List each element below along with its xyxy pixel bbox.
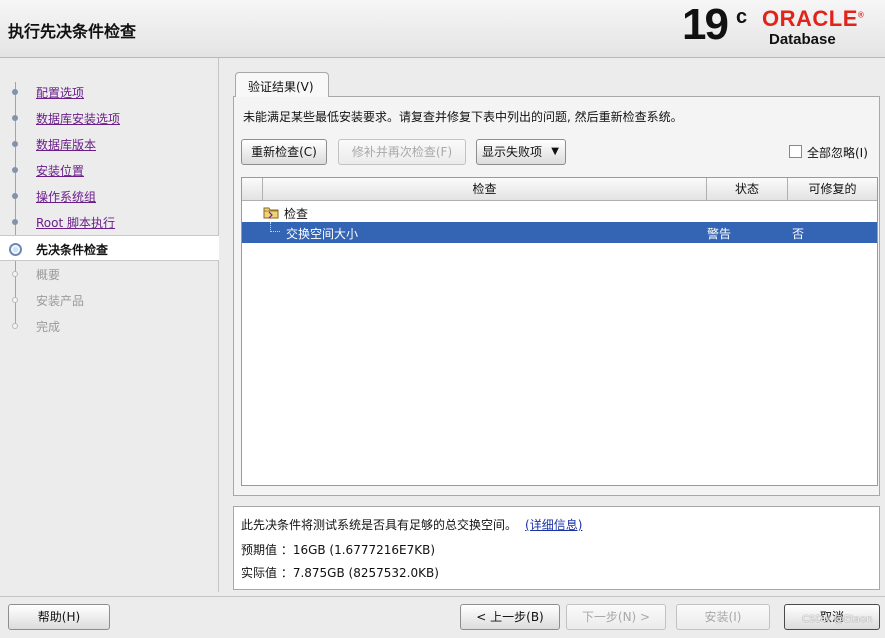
step-summary: 概要 <box>0 261 219 287</box>
folder-icon <box>263 206 279 219</box>
table-row[interactable]: 交换空间大小 警告 否 <box>242 222 877 243</box>
step-label: 安装产品 <box>36 294 85 308</box>
column-header-fixable[interactable]: 可修复的 <box>788 178 877 201</box>
step-label: 操作系统组 <box>36 190 97 204</box>
step-label: Root 脚本执行 <box>36 216 116 230</box>
step-done-icon <box>9 190 21 202</box>
step-label: 概要 <box>36 268 61 282</box>
show-failed-dropdown[interactable]: 显示失败项 ▼ <box>476 139 566 165</box>
step-label: 先决条件检查 <box>36 243 109 257</box>
footer-divider <box>0 596 885 597</box>
ignore-all-checkbox[interactable] <box>789 145 802 158</box>
step-install-location[interactable]: 安装位置 <box>0 157 219 183</box>
step-done-icon <box>9 164 21 176</box>
step-done-icon <box>9 138 21 150</box>
ignore-all-label: 全部忽略(I) <box>807 146 868 160</box>
logo-version: 19 <box>682 0 729 49</box>
step-db-edition[interactable]: 数据库版本 <box>0 131 219 157</box>
group-label: 检查 <box>284 207 309 221</box>
oracle-database-logo: 19 c ORACLE® Database <box>682 0 882 54</box>
details-description-text: 此先决条件将测试系统是否具有足够的总交换空间。 <box>241 518 518 532</box>
step-finish: 完成 <box>0 313 219 339</box>
watermark: CSDN @Etaon <box>802 614 873 625</box>
tree-connector <box>270 222 280 232</box>
step-prerequisite-checks[interactable]: 先决条件检查 <box>0 235 219 261</box>
recheck-button[interactable]: 重新检查(C) <box>241 139 327 165</box>
show-failed-label: 显示失败项 <box>482 145 543 159</box>
help-button[interactable]: 帮助(H) <box>8 604 110 630</box>
cell-check: 交换空间大小 <box>286 227 359 241</box>
step-current-icon <box>9 243 22 256</box>
step-label: 完成 <box>36 320 61 334</box>
back-button[interactable]: < 上一步(B) <box>460 604 560 630</box>
table-header-spacer <box>242 178 263 201</box>
check-group-row[interactable]: 检查 <box>242 203 877 222</box>
step-done-icon <box>9 86 21 98</box>
step-label: 安装位置 <box>36 164 85 178</box>
step-pending-icon <box>9 294 21 306</box>
step-done-icon <box>9 216 21 228</box>
wizard-steps-panel: 配置选项 数据库安装选项 数据库版本 安装位置 操作系统组 Root 脚本执行 … <box>0 58 219 592</box>
column-header-check[interactable]: 检查 <box>263 178 707 201</box>
column-header-status[interactable]: 状态 <box>707 178 788 201</box>
cell-status: 警告 <box>707 227 732 241</box>
step-label: 数据库版本 <box>36 138 97 152</box>
step-db-install-options[interactable]: 数据库安装选项 <box>0 105 219 131</box>
page-title: 执行先决条件检查 <box>8 22 137 41</box>
step-install-product: 安装产品 <box>0 287 219 313</box>
logo-brand: ORACLE® <box>762 6 865 31</box>
install-button[interactable]: 安装(I) <box>676 604 770 630</box>
next-button[interactable]: 下一步(N) > <box>566 604 666 630</box>
logo-version-suffix: c <box>736 6 748 28</box>
step-label: 配置选项 <box>36 86 85 100</box>
checks-table: 检查 状态 可修复的 检查 交换空间大小 警告 否 <box>241 177 878 486</box>
title-bar: 执行先决条件检查 19 c ORACLE® Database <box>0 0 885 58</box>
step-pending-icon <box>9 320 21 332</box>
fix-and-recheck-button[interactable]: 修补并再次检查(F) <box>338 139 466 165</box>
check-details-pane: 此先决条件将测试系统是否具有足够的总交换空间。 (详细信息) 预期值 ：16GB … <box>233 506 880 590</box>
step-os-groups[interactable]: 操作系统组 <box>0 183 219 209</box>
details-description: 此先决条件将测试系统是否具有足够的总交换空间。 (详细信息) <box>241 516 582 533</box>
caret-down-icon: ▼ <box>551 146 559 157</box>
step-label: 数据库安装选项 <box>36 112 121 126</box>
logo-product: Database <box>769 31 836 48</box>
cell-fixable: 否 <box>792 227 805 241</box>
actual-value: 实际值 ：7.875GB (8257532.0KB) <box>241 566 439 580</box>
step-pending-icon <box>9 268 21 280</box>
step-config-options[interactable]: 配置选项 <box>0 79 219 105</box>
step-done-icon <box>9 112 21 124</box>
more-details-link[interactable]: (详细信息) <box>525 518 582 532</box>
expected-value: 预期值 ：16GB (1.6777216E7KB) <box>241 543 436 557</box>
step-root-script[interactable]: Root 脚本执行 <box>0 209 219 235</box>
requirements-message: 未能满足某些最低安装要求。请复查并修复下表中列出的问题, 然后重新检查系统。 <box>243 110 683 124</box>
tab-verification-results[interactable]: 验证结果(V) <box>235 72 329 97</box>
